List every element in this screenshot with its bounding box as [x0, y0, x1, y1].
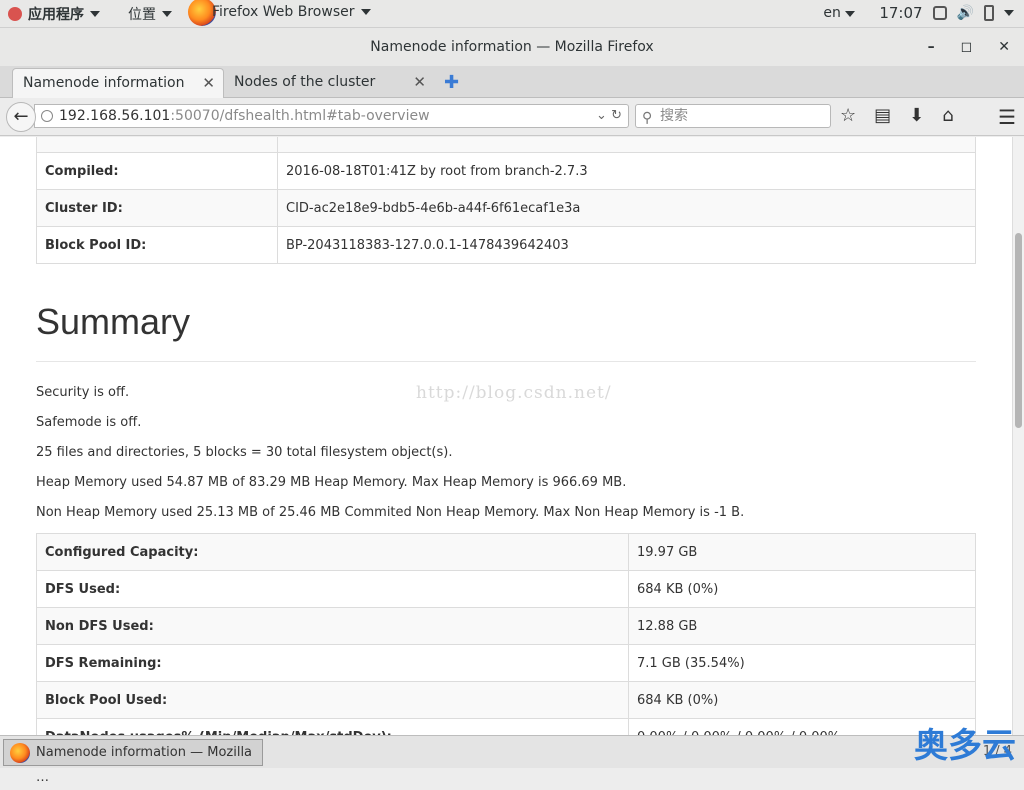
chevron-down-icon [162, 11, 172, 17]
page-scrollbar[interactable] [1012, 137, 1024, 735]
capacity-table: Configured Capacity: 19.97 GB DFS Used: … [36, 533, 976, 735]
taskbar-item-label: Namenode information — Mozilla … [36, 745, 253, 785]
summary-line: Heap Memory used 54.87 MB of 83.29 MB He… [36, 475, 627, 490]
close-icon[interactable]: ✕ [413, 73, 426, 91]
tab-label: Nodes of the cluster [234, 74, 376, 90]
table-row: Block Pool Used: 684 KB (0%) [36, 681, 976, 719]
capacity-key: DataNodes usages% (Min/Median/Max/stdDev… [36, 718, 629, 735]
applications-label: 应用程序 [28, 7, 84, 23]
summary-line: Safemode is off. [36, 415, 142, 430]
url-host: 192.168.56.101 [59, 108, 171, 124]
chevron-down-icon[interactable] [1004, 10, 1014, 16]
reload-icon[interactable]: ↻ [611, 108, 622, 123]
summary-line: Non Heap Memory used 25.13 MB of 25.46 M… [36, 505, 745, 520]
info-value: CID-ac2e18e9-bdb5-4e6b-a44f-6f61ecaf1e3a [277, 189, 976, 227]
tab-label: Namenode information [23, 75, 185, 91]
language-indicator[interactable]: en [823, 5, 856, 21]
battery-icon[interactable] [984, 5, 994, 21]
info-value: 2016-08-18T01:41Z by root from branch-2.… [277, 152, 976, 190]
summary-line: 25 files and directories, 5 blocks = 30 … [36, 445, 453, 460]
capacity-key: Block Pool Used: [36, 681, 629, 719]
back-button[interactable]: ← [6, 102, 36, 132]
scrollbar-thumb[interactable] [1015, 233, 1022, 428]
search-input[interactable]: ⚲ 搜索 [635, 104, 831, 128]
capacity-value: 19.97 GB [628, 533, 976, 571]
capacity-key: DFS Used: [36, 570, 629, 608]
table-row [36, 137, 976, 153]
chevron-down-icon [90, 11, 100, 17]
capacity-key: DFS Remaining: [36, 644, 629, 682]
info-key: Block Pool ID: [36, 226, 278, 264]
firefox-logo-icon [10, 743, 30, 763]
watermark: http://blog.csdn.net/ [416, 383, 612, 403]
minimize-button[interactable]: – [928, 28, 935, 66]
star-icon[interactable]: ☆ [840, 105, 856, 126]
info-key: Compiled: [36, 152, 278, 190]
browser-app-menu[interactable]: Firefox Web Browser [212, 4, 371, 20]
taskbar-firefox-window[interactable]: Namenode information — Mozilla … [3, 739, 263, 785]
search-icon: ⚲ [642, 110, 653, 126]
chevron-down-icon [845, 11, 856, 17]
table-row: Block Pool ID: BP-2043118383-127.0.0.1-1… [36, 226, 976, 264]
search-placeholder: 搜索 [660, 108, 688, 124]
brand-logo: 奥多云 [914, 726, 1016, 766]
globe-icon [41, 110, 53, 122]
navigation-toolbar: 192.168.56.101:50070/dfshealth.html#tab-… [0, 98, 1024, 136]
table-row: Compiled: 2016-08-18T01:41Z by root from… [36, 152, 976, 190]
window-title: Namenode information — Mozilla Firefox [370, 39, 654, 55]
dropdown-icon[interactable]: ⌄ [596, 108, 607, 123]
capacity-value: 7.1 GB (35.54%) [628, 644, 976, 682]
tab-strip: Namenode information ✕ Nodes of the clus… [0, 66, 1024, 98]
browser-app-label: Firefox Web Browser [212, 4, 355, 20]
maximize-button[interactable]: ◻ [961, 28, 973, 66]
info-key: Cluster ID: [36, 189, 278, 227]
clipboard-icon[interactable]: ▤ [874, 105, 891, 126]
close-icon[interactable]: ✕ [202, 74, 215, 92]
home-icon[interactable]: ⌂ [942, 105, 953, 126]
capacity-value: 684 KB (0%) [628, 570, 976, 608]
volume-icon[interactable]: 🔊 [957, 5, 974, 21]
new-tab-button[interactable]: ✚ [444, 72, 459, 93]
table-row: DataNodes usages% (Min/Median/Max/stdDev… [36, 718, 976, 735]
places-label: 位置 [128, 7, 156, 23]
url-path: :50070/dfshealth.html#tab-overview [170, 108, 430, 124]
url-bar[interactable]: 192.168.56.101:50070/dfshealth.html#tab-… [34, 104, 629, 128]
table-row: Non DFS Used: 12.88 GB [36, 607, 976, 645]
table-row: DFS Used: 684 KB (0%) [36, 570, 976, 608]
arrow-left-icon: ← [13, 106, 29, 127]
capacity-key: Non DFS Used: [36, 607, 629, 645]
capacity-value: 684 KB (0%) [628, 681, 976, 719]
tab-namenode-information[interactable]: Namenode information ✕ [12, 68, 224, 98]
capacity-value: 12.88 GB [628, 607, 976, 645]
system-tray: en 17:07 🔊 [823, 4, 1014, 22]
summary-heading: Summary [36, 301, 191, 342]
tab-nodes-of-cluster[interactable]: Nodes of the cluster ✕ [224, 68, 434, 98]
chevron-down-icon [360, 9, 371, 15]
table-row: Cluster ID: CID-ac2e18e9-bdb5-4e6b-a44f-… [36, 189, 976, 227]
close-window-button[interactable]: ✕ [998, 28, 1010, 66]
applications-menu[interactable]: 应用程序 [8, 4, 100, 24]
download-icon[interactable]: ⬇ [909, 105, 924, 126]
applications-icon [8, 7, 22, 21]
taskbar: Namenode information — Mozilla … 1 / 4 [0, 735, 1024, 785]
summary-line: Security is off. [36, 385, 130, 400]
page-content: Compiled: 2016-08-18T01:41Z by root from… [0, 137, 1012, 735]
info-table: Compiled: 2016-08-18T01:41Z by root from… [36, 137, 976, 264]
table-row: DFS Remaining: 7.1 GB (35.54%) [36, 644, 976, 682]
divider [36, 361, 976, 362]
window-titlebar: Namenode information — Mozilla Firefox –… [0, 28, 1024, 66]
window-icon[interactable] [932, 6, 947, 20]
hamburger-menu-icon[interactable]: ☰ [998, 105, 1016, 129]
places-menu[interactable]: 位置 [128, 4, 172, 24]
system-top-bar: 应用程序 位置 Firefox Web Browser en 17:07 🔊 [0, 0, 1024, 28]
capacity-key: Configured Capacity: [36, 533, 629, 571]
info-value: BP-2043118383-127.0.0.1-1478439642403 [277, 226, 976, 264]
clock[interactable]: 17:07 [879, 4, 922, 22]
table-row: Configured Capacity: 19.97 GB [36, 533, 976, 571]
